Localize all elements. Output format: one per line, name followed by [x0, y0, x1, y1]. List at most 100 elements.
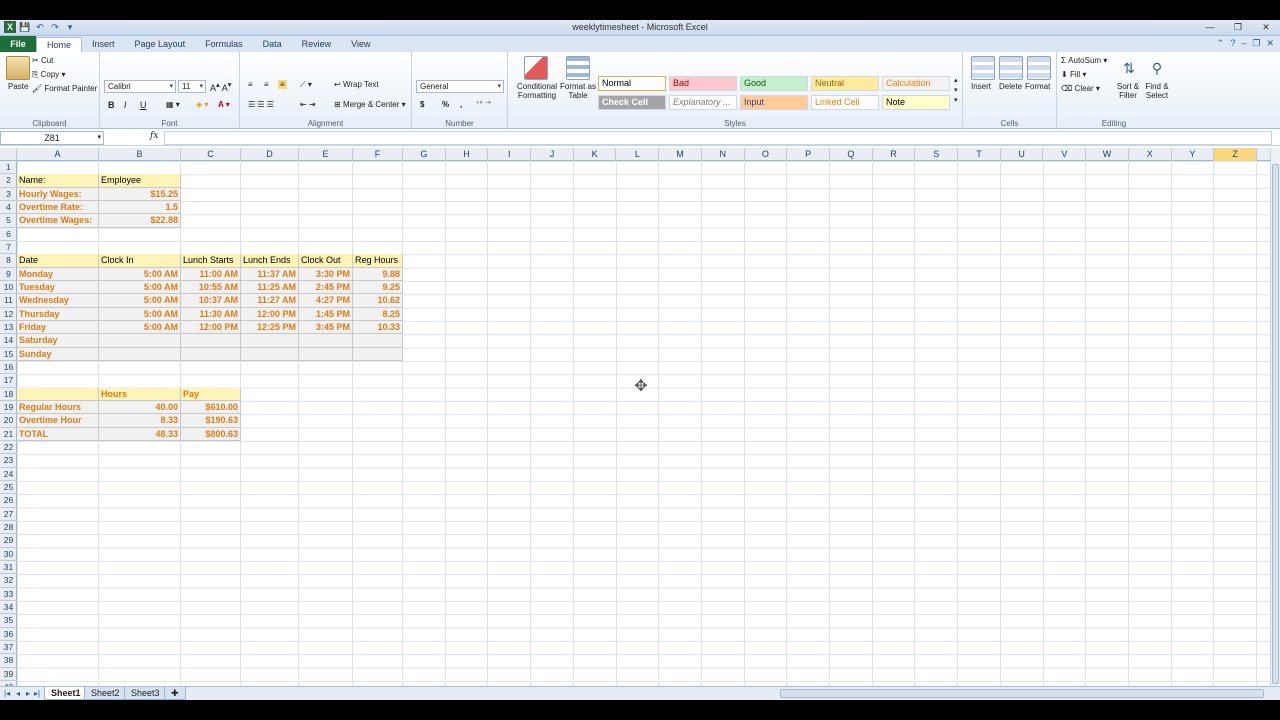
summary-row-label[interactable]: Overtime Hour	[17, 414, 99, 428]
row-header-21[interactable]: 21	[0, 428, 17, 441]
column-header-k[interactable]: K	[574, 148, 617, 161]
table-header[interactable]: Clock Out	[299, 254, 353, 268]
style-normal[interactable]: Normal	[598, 76, 666, 91]
column-header-r[interactable]: R	[873, 148, 916, 161]
tab-insert[interactable]: Insert	[82, 37, 125, 52]
table-row-day[interactable]: Saturday	[17, 334, 99, 348]
row-header-7[interactable]: 7	[0, 241, 17, 255]
row-header-18[interactable]: 18	[0, 388, 17, 401]
row-header-30[interactable]: 30	[0, 548, 17, 561]
column-header-s[interactable]: S	[915, 148, 959, 161]
table-cell-lunch-end[interactable]	[241, 334, 299, 348]
table-cell-clock-out[interactable]: 2:45 PM	[299, 280, 353, 295]
paste-button[interactable]: Paste	[8, 82, 28, 91]
row-header-39[interactable]: 39	[0, 668, 17, 681]
column-header-e[interactable]: E	[299, 148, 353, 161]
style-bad[interactable]: Bad	[669, 76, 737, 91]
tab-home[interactable]: Home	[36, 37, 83, 52]
column-header-y[interactable]: Y	[1172, 148, 1215, 161]
table-cell-clock-in[interactable]: 5:00 AM	[99, 307, 181, 321]
row-header-2[interactable]: 2	[0, 174, 17, 188]
table-cell-lunch-end[interactable]: 12:25 PM	[241, 320, 299, 335]
row-header-6[interactable]: 6	[0, 228, 17, 241]
summary-row-label[interactable]: TOTAL	[17, 427, 99, 441]
clear-button[interactable]: ⌫ Clear ▾	[1061, 84, 1100, 93]
find-select-button[interactable]: Find & Select	[1143, 82, 1171, 100]
column-header-i[interactable]: I	[488, 148, 532, 161]
insert-sheet-icon[interactable]: ✚	[164, 687, 186, 700]
row-header-24[interactable]: 24	[0, 468, 17, 481]
table-row-day[interactable]: Tuesday	[17, 280, 99, 295]
format-cells-icon[interactable]	[1027, 56, 1051, 80]
format-painter-button[interactable]: 🖌 Format Painter	[32, 84, 97, 93]
row-header-25[interactable]: 25	[0, 481, 17, 495]
table-cell-clock-out[interactable]: 3:45 PM	[299, 320, 353, 335]
select-all-corner[interactable]	[0, 148, 17, 161]
tab-page-layout[interactable]: Page Layout	[125, 37, 196, 52]
insert-button[interactable]: Insert	[971, 82, 991, 91]
tab-formulas[interactable]: Formulas	[195, 37, 253, 52]
minimize-ribbon-icon[interactable]: ⌃	[1217, 38, 1225, 49]
style-input[interactable]: Input	[740, 95, 808, 110]
table-cell-lunch-end[interactable]	[241, 347, 299, 361]
sheet-nav-first-icon[interactable]: |◂	[4, 687, 10, 700]
cell-name-label[interactable]: Name:	[17, 174, 99, 188]
copy-button[interactable]: ⎘ Copy ▾	[32, 70, 66, 80]
table-cell-lunch-start[interactable]: 10:37 AM	[181, 294, 241, 308]
wrap-text-button[interactable]: ↩ Wrap Text	[334, 80, 379, 89]
table-cell-lunch-start[interactable]	[181, 347, 241, 361]
row-header-12[interactable]: 12	[0, 308, 17, 321]
cell-overtime-wages-value[interactable]: $22.88	[99, 214, 181, 228]
table-cell-clock-in[interactable]	[99, 347, 181, 361]
table-cell-clock-in[interactable]	[99, 334, 181, 348]
row-header-31[interactable]: 31	[0, 561, 17, 575]
sort-filter-icon[interactable]: ⇅	[1117, 56, 1141, 80]
cell-hourly-wages-value[interactable]: $15.25	[99, 187, 181, 201]
table-cell-clock-in[interactable]: 5:00 AM	[99, 320, 181, 335]
decimal-icon[interactable]: ⁺⁰ ⁻⁰	[476, 100, 491, 108]
row-header-19[interactable]: 19	[0, 401, 17, 415]
workbook-minimize-icon[interactable]: –	[1241, 38, 1246, 49]
row-header-28[interactable]: 28	[0, 521, 17, 535]
style-neutral[interactable]: Neutral	[811, 76, 879, 91]
row-header-9[interactable]: 9	[0, 268, 17, 281]
table-cell-clock-out[interactable]: 4:27 PM	[299, 294, 353, 308]
restore-button[interactable]: ❐	[1224, 20, 1252, 35]
column-header-l[interactable]: L	[617, 148, 660, 161]
summary-cell-pay[interactable]: $190.63	[181, 414, 241, 428]
format-as-table-button[interactable]: Format as Table	[560, 82, 596, 100]
column-header-u[interactable]: U	[1001, 148, 1044, 161]
table-header[interactable]: Lunch Starts	[181, 254, 241, 268]
row-header-33[interactable]: 33	[0, 588, 17, 601]
italic-button[interactable]: I	[124, 100, 127, 110]
horizontal-scrollbar[interactable]	[780, 689, 1264, 698]
table-cell-reg-hours[interactable]: 8.25	[353, 307, 403, 321]
table-row-day[interactable]: Wednesday	[17, 294, 99, 308]
currency-button[interactable]: $	[420, 100, 424, 109]
align-left-icon[interactable]: ☰ ☰ ☰	[248, 100, 274, 109]
vertical-scroll-thumb[interactable]	[1272, 164, 1279, 684]
workbook-restore-icon[interactable]: ❐	[1252, 38, 1260, 49]
row-header-15[interactable]: 15	[0, 348, 17, 361]
column-header-g[interactable]: G	[403, 148, 446, 161]
borders-icon[interactable]: ▦ ▾	[166, 100, 180, 109]
delete-cells-icon[interactable]	[999, 56, 1023, 80]
cell-overtime-rate-label[interactable]: Overtime Rate:	[17, 200, 99, 215]
column-header-q[interactable]: Q	[830, 148, 873, 161]
row-header-35[interactable]: 35	[0, 614, 17, 628]
column-header-o[interactable]: O	[745, 148, 788, 161]
table-header[interactable]: Reg Hours	[353, 254, 403, 268]
table-header[interactable]: Clock In	[99, 254, 181, 268]
table-cell-clock-in[interactable]: 5:00 AM	[99, 280, 181, 295]
summary-cell-hours[interactable]: 48.33	[99, 427, 181, 441]
orientation-icon[interactable]: ⟋ ▾	[300, 80, 312, 90]
style-note[interactable]: Note	[882, 95, 950, 110]
table-cell-clock-out[interactable]: 1:45 PM	[299, 307, 353, 321]
cell-hourly-wages-label[interactable]: Hourly Wages:	[17, 187, 99, 201]
table-cell-lunch-end[interactable]: 11:25 AM	[241, 280, 299, 295]
fill-color-icon[interactable]: ◈ ▾	[196, 100, 208, 109]
summary-header-blank[interactable]	[17, 387, 99, 401]
row-header-10[interactable]: 10	[0, 281, 17, 295]
table-cell-reg-hours[interactable]	[353, 334, 403, 348]
cells-area[interactable]: Name: Employee Hourly Wages: $15.25 Overtime…	[17, 161, 1270, 700]
